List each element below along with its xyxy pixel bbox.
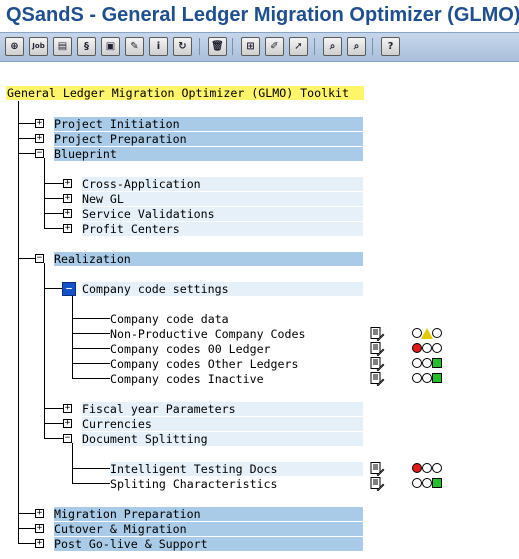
delete-button[interactable]: 🗑 — [208, 37, 227, 56]
tree-line — [44, 263, 45, 438]
tree-node-company-codes-other-ledgers[interactable]: Company codes Other Ledgers — [110, 357, 363, 371]
refresh-button[interactable]: ↻ — [173, 37, 192, 56]
expand-icon[interactable]: + — [63, 209, 72, 218]
tree-node-project-preparation[interactable]: Project Preparation — [54, 132, 363, 146]
page-title: QSandS - General Ledger Migration Optimi… — [6, 4, 519, 26]
save-button[interactable]: ▣ — [101, 37, 120, 56]
tree-node-blueprint[interactable]: Blueprint — [54, 147, 363, 161]
tree-line — [18, 101, 19, 544]
toolbar-separator — [372, 38, 373, 55]
tree-node-fiscal-year-parameters[interactable]: Fiscal year Parameters — [82, 402, 363, 416]
status-red-icon — [412, 343, 442, 355]
tree-node-non-productive-company-codes[interactable]: Non-Productive Company Codes — [110, 327, 363, 341]
expand-icon[interactable]: + — [35, 509, 44, 518]
tree-node-company-codes-00-ledger[interactable]: Company codes 00 Ledger — [110, 342, 363, 356]
tree-line — [44, 158, 45, 228]
document-icon[interactable] — [370, 477, 385, 491]
expand-icon[interactable]: + — [63, 224, 72, 233]
tree-node-new-gl[interactable]: New GL — [82, 192, 363, 206]
add-node-button[interactable]: ⊞ — [241, 37, 260, 56]
tree-node-cross-application[interactable]: Cross-Application — [82, 177, 363, 191]
document-button[interactable]: ▤ — [53, 37, 72, 56]
expand-icon[interactable]: + — [35, 524, 44, 533]
status-red-icon — [412, 463, 442, 475]
tree-node-currencies[interactable]: Currencies — [82, 417, 363, 431]
status-green-icon — [412, 358, 442, 370]
tree-node-cutover-migration[interactable]: Cutover & Migration — [54, 522, 363, 536]
tree-line — [72, 296, 73, 379]
expand-icon[interactable]: + — [35, 539, 44, 548]
toolbar-separator — [314, 38, 315, 55]
document-icon[interactable] — [370, 342, 385, 356]
select-button[interactable]: ➚ — [289, 37, 308, 56]
tree-node-post-go-live-support[interactable]: Post Go-live & Support — [54, 537, 363, 551]
status-yellow-icon — [412, 328, 442, 340]
tree-node-company-codes-inactive[interactable]: Company codes Inactive — [110, 372, 363, 386]
expand-icon[interactable]: + — [63, 194, 72, 203]
toolbar-separator — [199, 38, 200, 55]
tree-line — [72, 318, 110, 319]
tree-line — [72, 333, 110, 334]
tree-node-company-code-data[interactable]: Company code data — [110, 312, 363, 326]
collapse-icon[interactable]: − — [35, 254, 44, 263]
tree-node-document-splitting[interactable]: Document Splitting — [82, 432, 363, 446]
title-bar: QSandS - General Ledger Migration Optimi… — [0, 0, 519, 32]
status-green-icon — [412, 373, 442, 385]
collapse-icon[interactable]: − — [63, 434, 72, 443]
collapse-icon[interactable]: − — [62, 282, 76, 296]
status-green-icon — [412, 478, 442, 490]
tree-line — [72, 468, 110, 469]
tree-node-migration-preparation[interactable]: Migration Preparation — [54, 507, 363, 521]
tree-line — [72, 483, 110, 484]
help-button[interactable]: ? — [381, 37, 400, 56]
script-button[interactable]: § — [77, 37, 96, 56]
document-icon[interactable] — [370, 357, 385, 371]
tree-node-profit-centers[interactable]: Profit Centers — [82, 222, 363, 236]
tree-node-project-initiation[interactable]: Project Initiation — [54, 117, 363, 131]
tree-node-service-validations[interactable]: Service Validations — [82, 207, 363, 221]
expand-icon[interactable]: + — [63, 179, 72, 188]
tree-node-intelligent-testing-docs[interactable]: Intelligent Testing Docs — [110, 462, 363, 476]
find-button[interactable]: ⌕ — [323, 37, 342, 56]
tree-node-spliting-characteristics[interactable]: Spliting Characteristics — [110, 477, 363, 491]
toolbar-separator — [232, 38, 233, 55]
expand-icon[interactable]: + — [63, 419, 72, 428]
document-icon[interactable] — [370, 462, 385, 476]
info-button[interactable]: i — [149, 37, 168, 56]
execute-button[interactable]: ⊕ — [5, 37, 24, 56]
tree-line — [72, 378, 110, 379]
tree-line — [72, 348, 110, 349]
toolbar: ⊕ Job ▤ § ▣ ✎ i ↻ 🗑 ⊞ ✐ ➚ ⌕ ⌕? — [0, 32, 519, 62]
document-icon[interactable] — [370, 372, 385, 386]
tree-node-company-code-settings[interactable]: Company code settings — [82, 282, 363, 296]
job-button[interactable]: Job — [29, 37, 48, 56]
toolkit-header: General Ledger Migration Optimizer (GLMO… — [6, 86, 364, 100]
find-next-button[interactable]: ⌕ — [347, 37, 366, 56]
expand-icon[interactable]: + — [35, 134, 44, 143]
tree-line — [44, 288, 62, 289]
tree-line — [72, 443, 73, 483]
edit-node-button[interactable]: ✐ — [265, 37, 284, 56]
document-icon[interactable] — [370, 327, 385, 341]
tree-line — [72, 363, 110, 364]
expand-icon[interactable]: + — [63, 404, 72, 413]
collapse-icon[interactable]: − — [35, 149, 44, 158]
expand-icon[interactable]: + — [35, 119, 44, 128]
check-button[interactable]: ✎ — [125, 37, 144, 56]
tree-node-realization[interactable]: Realization — [54, 252, 363, 266]
